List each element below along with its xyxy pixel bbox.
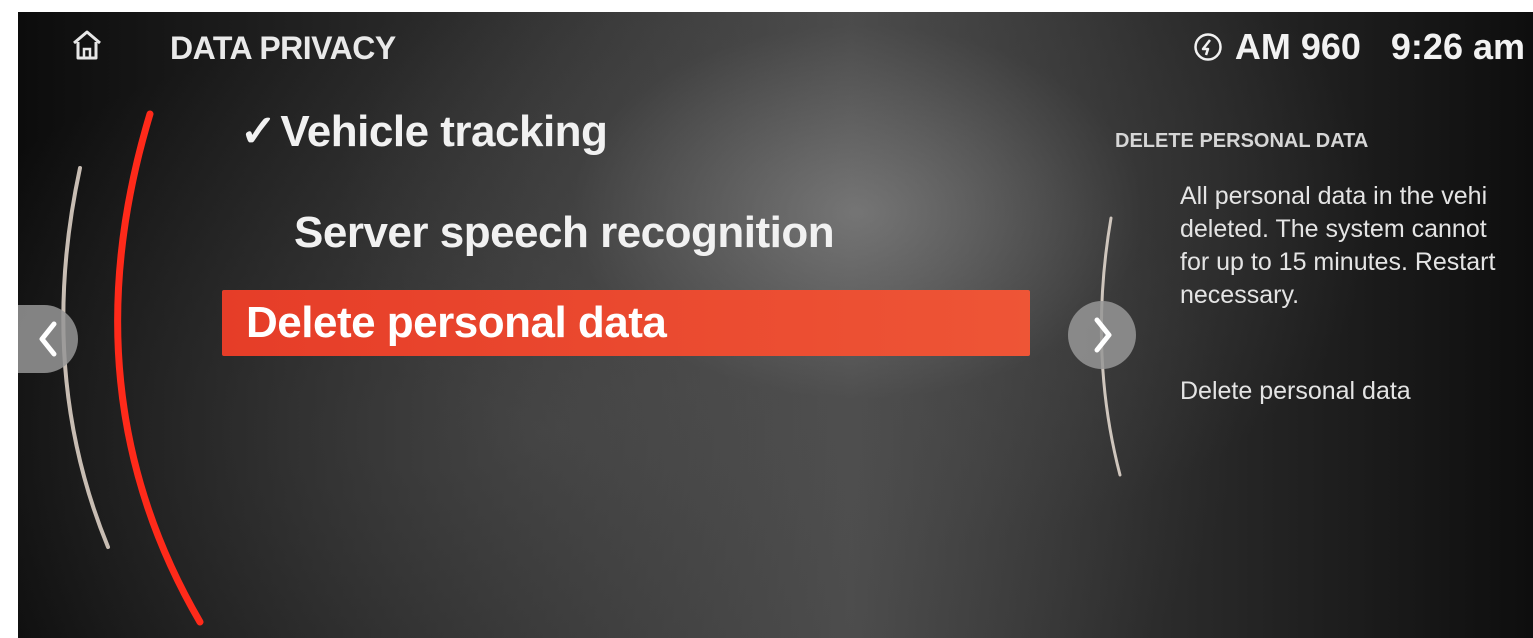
check-icon: ✓ xyxy=(240,107,277,156)
next-button[interactable] xyxy=(1068,301,1136,369)
side-panel-description: All personal data in the vehi deleted. T… xyxy=(1180,180,1533,312)
page-title: DATA PRIVACY xyxy=(170,30,396,66)
idrive-screen: DATA PRIVACY AM 960 9:26 am ✓Vehicle tra… xyxy=(18,12,1533,638)
menu-item-label: Server speech recognition xyxy=(294,208,835,257)
side-panel-action[interactable]: Delete personal data xyxy=(1180,377,1411,406)
radio-station[interactable]: AM 960 xyxy=(1235,26,1361,68)
description-line: for up to 15 minutes. Restart xyxy=(1180,248,1496,276)
home-icon[interactable] xyxy=(70,28,104,62)
menu-item-label: Delete personal data xyxy=(246,298,667,347)
menu-item-server-speech-recognition[interactable]: Server speech recognition xyxy=(294,208,835,258)
clock: 9:26 am xyxy=(1390,26,1525,67)
left-outer-arc xyxy=(114,110,204,626)
chevron-right-icon xyxy=(1094,317,1112,353)
description-line: deleted. The system cannot xyxy=(1180,215,1487,243)
radio-source-icon xyxy=(1194,33,1222,61)
status-bar: AM 960 9:26 am xyxy=(1193,26,1525,68)
description-line: necessary. xyxy=(1180,281,1300,309)
menu-item-delete-personal-data[interactable]: Delete personal data xyxy=(222,290,1030,356)
description-line: All personal data in the vehi xyxy=(1180,182,1488,210)
menu-item-vehicle-tracking[interactable]: ✓Vehicle tracking xyxy=(240,106,608,157)
chevron-left-icon xyxy=(39,321,57,357)
menu-item-label: Vehicle tracking xyxy=(280,107,608,156)
side-panel-heading: DELETE PERSONAL DATA xyxy=(1115,130,1369,152)
